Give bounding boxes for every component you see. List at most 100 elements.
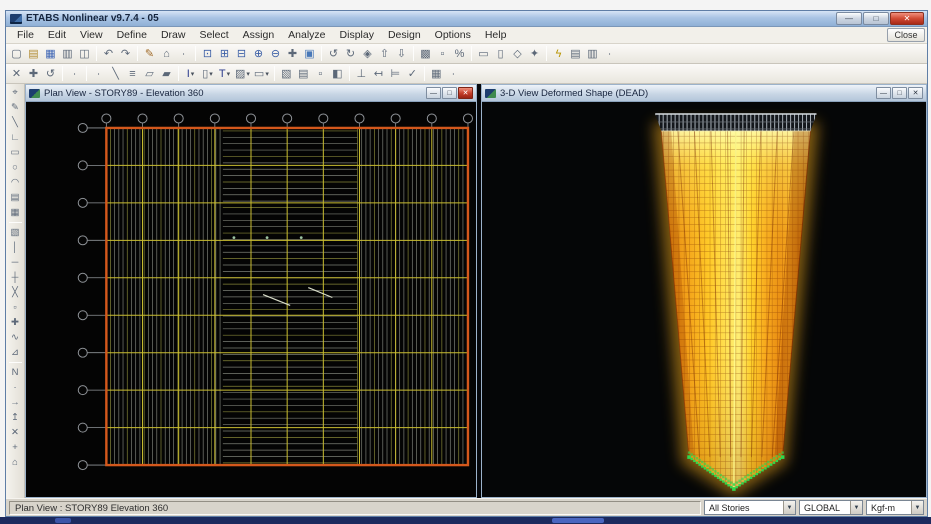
home-tool-icon[interactable]: ⌂ xyxy=(7,455,23,470)
slab-section-dropdown-arrow-icon[interactable]: ▾ xyxy=(265,70,269,78)
taskbar-start-segment[interactable] xyxy=(55,518,71,523)
snap-point-icon[interactable]: ↤ xyxy=(370,65,387,82)
point-tool-icon[interactable]: ▫ xyxy=(7,300,23,315)
taskbar-app-segment[interactable] xyxy=(552,518,604,523)
slab-section-dropdown[interactable]: ▭ ▾ xyxy=(252,65,271,82)
circle-tool-icon[interactable]: ○ xyxy=(7,160,23,175)
axes-tool-icon[interactable]: ✚ xyxy=(7,315,23,330)
snap-grid-icon[interactable]: ⊥ xyxy=(353,65,370,82)
quick-draw-area-icon[interactable]: ▰ xyxy=(158,65,175,82)
brace-section-dropdown[interactable]: T ▾ xyxy=(216,65,233,82)
percent-icon[interactable]: % xyxy=(451,45,468,62)
snap-line-icon[interactable]: ⊨ xyxy=(387,65,404,82)
drawing-settings-icon[interactable]: ▦ xyxy=(428,65,445,82)
elevation-view-icon[interactable]: ▯ xyxy=(492,45,509,62)
view-3d-close-button[interactable]: ✕ xyxy=(908,87,923,99)
object-shrink-icon[interactable]: ▫ xyxy=(312,65,329,82)
draw-area-icon[interactable]: ▱ xyxy=(141,65,158,82)
quick-draw-line-icon[interactable]: ≡ xyxy=(124,65,141,82)
shrink-objects-icon[interactable]: ▫ xyxy=(434,45,451,62)
undo-icon[interactable]: ↶ xyxy=(100,45,117,62)
view-3d-minimize-button[interactable]: — xyxy=(876,87,891,99)
pan-icon[interactable]: ✚ xyxy=(284,45,301,62)
extrude-view-icon[interactable]: ◧ xyxy=(329,65,346,82)
close-button[interactable]: Close xyxy=(887,28,925,42)
arrow-up-tool-icon[interactable]: ↥ xyxy=(7,410,23,425)
view-3d-maximize-button[interactable]: □ xyxy=(892,87,907,99)
select-pointer-icon[interactable]: ✕ xyxy=(8,65,25,82)
wall-section-dropdown-arrow-icon[interactable]: ▾ xyxy=(246,70,250,78)
zoom-out-icon[interactable]: ⊖ xyxy=(267,45,284,62)
arrow-right-tool-icon[interactable]: → xyxy=(7,395,23,410)
restore-selection-icon[interactable]: ↺ xyxy=(42,65,59,82)
menu-item-assign[interactable]: Assign xyxy=(236,28,282,42)
intersect-tool-icon[interactable]: ┼ xyxy=(7,270,23,285)
plan-maximize-button[interactable]: □ xyxy=(442,87,457,99)
deformed-shape-canvas[interactable] xyxy=(482,102,926,497)
area-tool-icon[interactable]: ▧ xyxy=(7,225,23,240)
maximize-button[interactable]: □ xyxy=(863,12,889,25)
mesh-tool-icon[interactable]: ▦ xyxy=(7,205,23,220)
menu-item-edit[interactable]: Edit xyxy=(41,28,73,42)
snap-check-icon[interactable]: ✓ xyxy=(404,65,421,82)
column-section-dropdown-arrow-icon[interactable]: ▾ xyxy=(209,70,213,78)
rotate-3d-icon[interactable]: ↺ xyxy=(325,45,342,62)
run-analysis-icon[interactable]: ϟ xyxy=(550,45,567,62)
arc-tool-icon[interactable]: ◠ xyxy=(7,175,23,190)
three-d-view-icon[interactable]: ◇ xyxy=(509,45,526,62)
view-3d-titlebar[interactable]: 3-D View Deformed Shape (DEAD) — □ ✕ xyxy=(482,85,926,102)
north-tool-icon[interactable]: N xyxy=(7,365,23,380)
brace-section-dropdown-arrow-icon[interactable]: ▾ xyxy=(227,70,231,78)
close-window-button[interactable]: ✕ xyxy=(890,12,924,25)
brace-tool-icon[interactable]: ╳ xyxy=(7,285,23,300)
clear-selection-dot-icon[interactable]: ∙ xyxy=(66,65,83,82)
view-options-icon[interactable]: ▧ xyxy=(278,65,295,82)
more-tools-dot-icon[interactable]: ∙ xyxy=(601,45,618,62)
rectangle-tool-icon[interactable]: ▭ xyxy=(7,145,23,160)
column-tool-icon[interactable]: │ xyxy=(7,240,23,255)
menu-item-help[interactable]: Help xyxy=(478,28,514,42)
select-poly-icon[interactable]: ✚ xyxy=(25,65,42,82)
perspective-icon[interactable]: ◈ xyxy=(359,45,376,62)
polyline-tool-icon[interactable]: ∟ xyxy=(7,130,23,145)
menu-item-select[interactable]: Select xyxy=(192,28,235,42)
menu-item-view[interactable]: View xyxy=(73,28,110,42)
pointer-tool-icon[interactable]: ⌖ xyxy=(7,85,23,100)
print-icon[interactable]: ▥ xyxy=(59,45,76,62)
draw-more-dot-icon[interactable]: ∙ xyxy=(445,65,462,82)
plan-close-button[interactable]: ✕ xyxy=(458,87,473,99)
plan-view-titlebar[interactable]: Plan View - STORY89 - Elevation 360 — □ … xyxy=(26,85,476,102)
move-up-story-icon[interactable]: ⇧ xyxy=(376,45,393,62)
menu-item-file[interactable]: File xyxy=(10,28,41,42)
stories-dropdown-arrow-icon[interactable]: ▼ xyxy=(783,501,795,514)
wall-section-dropdown[interactable]: ▨ ▾ xyxy=(233,65,252,82)
more-dot-icon[interactable]: ∙ xyxy=(175,45,192,62)
minimize-button[interactable]: — xyxy=(836,12,862,25)
units-dropdown[interactable]: Kgf-m ▼ xyxy=(866,500,924,515)
open-file-icon[interactable]: ▤ xyxy=(25,45,42,62)
plan-view-button-icon[interactable]: ▭ xyxy=(475,45,492,62)
column-section-dropdown[interactable]: ▯ ▾ xyxy=(199,65,216,82)
edit-icon[interactable]: ✎ xyxy=(141,45,158,62)
save-icon[interactable]: ▦ xyxy=(42,45,59,62)
menu-item-design[interactable]: Design xyxy=(381,28,428,42)
menu-item-display[interactable]: Display xyxy=(333,28,381,42)
new-model-icon[interactable]: ▢ xyxy=(8,45,25,62)
coord-system-dropdown[interactable]: GLOBAL ▼ xyxy=(799,500,863,515)
app-titlebar[interactable]: ETABS Nonlinear v9.7.4 - 05 — □ ✕ xyxy=(6,11,927,27)
display-options-icon[interactable]: ▥ xyxy=(584,45,601,62)
plan-grid-canvas[interactable] xyxy=(26,102,476,497)
beam-section-dropdown-arrow-icon[interactable]: ▾ xyxy=(191,70,195,78)
coord-system-dropdown-arrow-icon[interactable]: ▼ xyxy=(850,501,862,514)
stories-dropdown[interactable]: All Stories ▼ xyxy=(704,500,796,515)
beam-section-dropdown[interactable]: I ▾ xyxy=(182,65,199,82)
edit-tool-icon[interactable]: ✎ xyxy=(7,100,23,115)
menu-item-analyze[interactable]: Analyze xyxy=(281,28,332,42)
units-dropdown-arrow-icon[interactable]: ▼ xyxy=(911,501,923,514)
redo-icon[interactable]: ↷ xyxy=(117,45,134,62)
taskbar[interactable] xyxy=(0,517,931,524)
beam-tool-icon[interactable]: ─ xyxy=(7,255,23,270)
named-view-icon[interactable]: ✦ xyxy=(526,45,543,62)
delete-tool-icon[interactable]: ✕ xyxy=(7,425,23,440)
triangle-tool-icon[interactable]: ⊿ xyxy=(7,345,23,360)
